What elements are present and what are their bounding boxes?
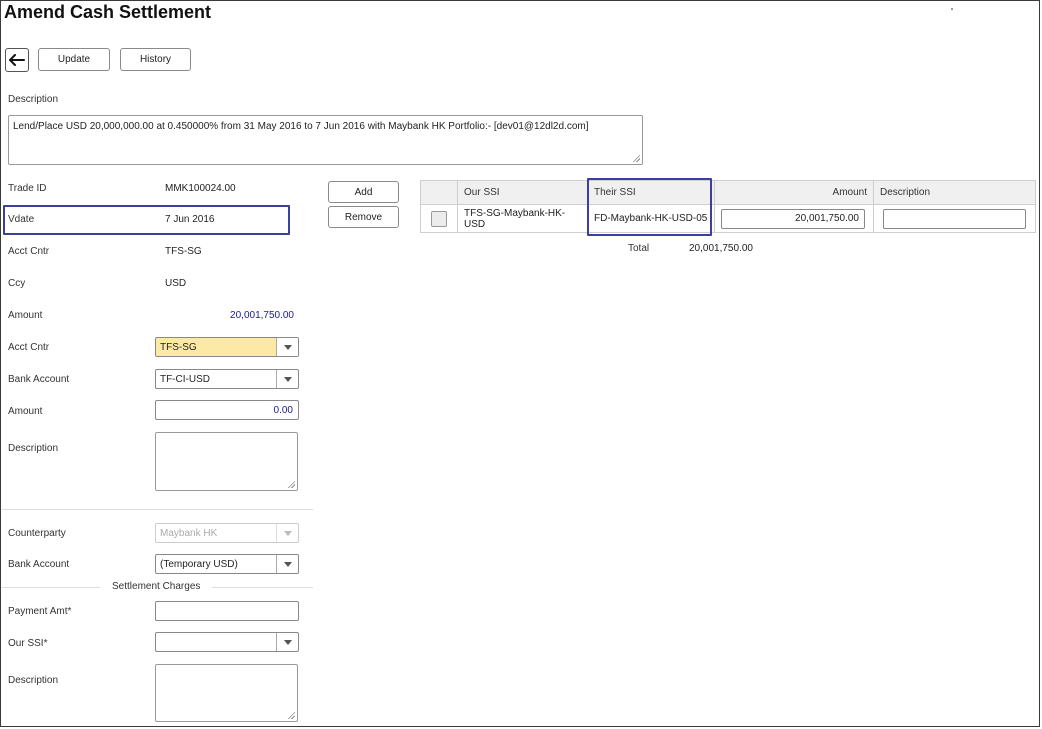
- arrow-left-icon: [9, 54, 25, 66]
- our-acct-cntr-label: Acct Cntr: [8, 342, 50, 353]
- cpty-bank-account-label: Bank Account: [8, 559, 70, 570]
- payment-amt-input[interactable]: [155, 601, 299, 621]
- chevron-down-icon[interactable]: [276, 338, 298, 356]
- resize-grip-icon[interactable]: [287, 480, 295, 488]
- our-ssi-select[interactable]: [155, 632, 299, 652]
- resize-grip-icon[interactable]: [287, 711, 295, 719]
- vdate-label: Vdate: [8, 214, 35, 225]
- our-bank-account-label: Bank Account: [8, 374, 70, 385]
- row-description-input[interactable]: [883, 208, 1026, 229]
- chevron-down-icon: [276, 524, 298, 542]
- total-label: Total: [628, 243, 650, 254]
- table-row[interactable]: TFS-SG-Maybank-HK-USD FD-Maybank-HK-USD-…: [420, 204, 1036, 233]
- their-ssi-highlight-box: [587, 178, 712, 236]
- settlement-charges-heading: Settlement Charges: [100, 581, 213, 592]
- our-amount-value: 0.00: [273, 404, 293, 416]
- amount-column-header: Amount: [714, 180, 874, 205]
- our-description-textarea[interactable]: [155, 432, 298, 491]
- acct-cntr-label: Acct Cntr: [8, 246, 50, 257]
- our-bank-account-select[interactable]: TF-CI-USD: [155, 369, 299, 389]
- cpty-bank-account-selected: (Temporary USD): [160, 558, 238, 570]
- resize-grip-icon[interactable]: [632, 154, 640, 162]
- history-button[interactable]: History: [120, 48, 191, 71]
- chevron-down-icon[interactable]: [276, 370, 298, 388]
- row-checkbox[interactable]: [431, 210, 447, 227]
- row-amount-value: 20,001,750.00: [795, 213, 859, 224]
- row-amount-input[interactable]: 20,001,750.00: [721, 208, 865, 229]
- acct-cntr-value: TFS-SG: [165, 246, 202, 257]
- chevron-down-icon[interactable]: [276, 633, 298, 651]
- cpty-bank-account-select[interactable]: (Temporary USD): [155, 554, 299, 574]
- back-button[interactable]: [5, 48, 29, 72]
- trade-id-value: MMK100024.00: [165, 183, 236, 194]
- ccy-value: USD: [165, 278, 187, 289]
- amount-cell: 20,001,750.00: [714, 204, 874, 233]
- vdate-value: 7 Jun 2016: [165, 214, 215, 225]
- vdate-highlight-box: [3, 205, 290, 235]
- description-text: Lend/Place USD 20,000,000.00 at 0.450000…: [13, 121, 589, 132]
- charges-description-label: Description: [8, 675, 59, 686]
- counterparty-select: Maybank HK: [155, 523, 299, 543]
- our-amount-input[interactable]: 0.00: [155, 400, 299, 420]
- decorative-dot: [951, 8, 953, 10]
- our-ssi-cell: TFS-SG-Maybank-HK-USD: [457, 204, 588, 233]
- update-button[interactable]: Update: [38, 48, 110, 71]
- description-column-header: Description: [873, 180, 1036, 205]
- payment-amt-label: Payment Amt*: [8, 606, 72, 617]
- charges-description-textarea[interactable]: [155, 664, 298, 722]
- description-label: Description: [8, 94, 59, 105]
- select-column-header: [420, 180, 458, 205]
- section-divider: [2, 509, 313, 510]
- total-value: 20,001,750.00: [689, 243, 753, 254]
- chevron-down-icon[interactable]: [276, 555, 298, 573]
- description-textarea[interactable]: Lend/Place USD 20,000,000.00 at 0.450000…: [8, 115, 643, 165]
- our-ssi-label: Our SSI*: [8, 638, 48, 649]
- ccy-label: Ccy: [8, 278, 26, 289]
- our-acct-cntr-selected: TFS-SG: [160, 341, 197, 353]
- trade-id-label: Trade ID: [8, 183, 47, 194]
- amount-label: Amount: [8, 310, 43, 321]
- description-cell: [873, 204, 1036, 233]
- our-amount-label: Amount: [8, 406, 43, 417]
- ssi-table: Our SSI Their SSI Amount Description TFS…: [420, 180, 1036, 233]
- add-ssi-button[interactable]: Add: [328, 181, 399, 203]
- amount-value: 20,001,750.00: [230, 310, 294, 321]
- counterparty-selected: Maybank HK: [160, 527, 218, 539]
- remove-ssi-button[interactable]: Remove: [328, 206, 399, 228]
- page-title: Amend Cash Settlement: [4, 2, 212, 22]
- our-ssi-column-header: Our SSI: [457, 180, 588, 205]
- ssi-table-header: Our SSI Their SSI Amount Description: [420, 180, 1036, 205]
- our-bank-account-selected: TF-CI-USD: [160, 373, 210, 385]
- row-select-cell: [420, 204, 458, 233]
- counterparty-label: Counterparty: [8, 528, 66, 539]
- our-acct-cntr-select[interactable]: TFS-SG: [155, 337, 299, 357]
- our-description-label: Description: [8, 443, 59, 454]
